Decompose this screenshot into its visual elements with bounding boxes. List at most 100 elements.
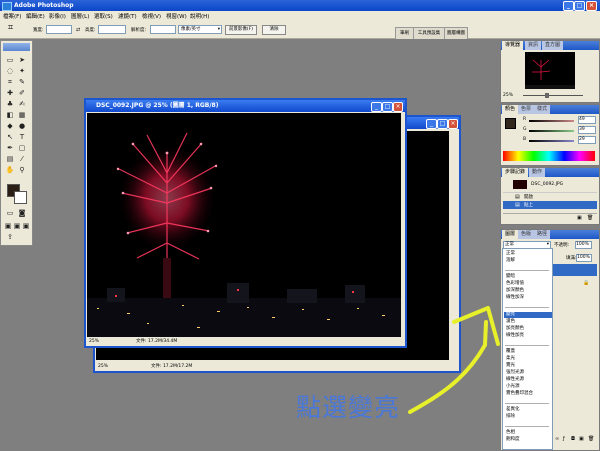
front-image-button[interactable]: 前景影像(F) — [225, 25, 257, 35]
blend-linear-dodge[interactable]: 線性加亮 — [504, 333, 552, 339]
history-step-paste[interactable]: ▤ 貼上 — [503, 201, 597, 209]
blend-hard-mix[interactable]: 實色疊印混合 — [504, 391, 552, 397]
resolution-unit-select[interactable]: 像素/英寸 ▾ — [178, 25, 222, 34]
pen-tool-icon[interactable]: ✒ — [5, 143, 15, 153]
close-icon[interactable]: × — [586, 1, 597, 11]
front-doc-minimize-icon[interactable]: _ — [371, 102, 382, 112]
history-snapshot[interactable]: DSC_0092.JPG — [503, 180, 597, 189]
b-value[interactable]: 29 — [578, 136, 596, 144]
navigator-slider-handle[interactable] — [545, 93, 549, 98]
width-input[interactable] — [46, 25, 72, 34]
blend-saturation[interactable]: 飽和度 — [504, 437, 552, 443]
blend-linear-burn[interactable]: 線性加深 — [504, 295, 552, 301]
brush-tool-icon[interactable]: ✐ — [17, 88, 27, 98]
back-doc-minimize-icon[interactable]: _ — [426, 119, 437, 129]
g-value[interactable]: 39 — [578, 126, 596, 134]
tab-navigator[interactable]: 導覽器 — [502, 41, 524, 50]
crop-tool-icon[interactable]: ⌗ — [5, 77, 15, 87]
dodge-tool-icon[interactable]: ● — [17, 121, 27, 131]
fill-input[interactable]: 100% — [576, 254, 592, 262]
trash-icon[interactable]: 🗑 — [587, 215, 593, 221]
blend-lighten[interactable]: 變亮 — [504, 312, 552, 318]
swap-icon[interactable]: ⇄ — [76, 27, 80, 33]
resolution-input[interactable] — [150, 25, 176, 34]
menu-image[interactable]: 影像(I) — [49, 12, 66, 20]
trash-icon[interactable]: 🗑 — [588, 436, 594, 442]
g-slider[interactable] — [529, 130, 574, 132]
eyedropper-tool-icon[interactable]: ⁄ — [17, 154, 27, 164]
well-tab-tool-presets[interactable]: 工具預設集 — [413, 27, 445, 39]
color-spectrum-ramp[interactable] — [503, 151, 595, 161]
quick-mask-icon[interactable]: ◙ — [17, 208, 27, 218]
back-doc-close-icon[interactable]: × — [448, 119, 458, 129]
menu-edit[interactable]: 編輯(E) — [26, 12, 45, 20]
r-value[interactable]: 49 — [578, 116, 596, 124]
jump-to-imageready-icon[interactable]: ⇪ — [5, 232, 15, 242]
menu-file[interactable]: 檔案(F) — [3, 12, 21, 20]
menu-layer[interactable]: 圖層(L) — [71, 12, 89, 20]
blend-dissolve[interactable]: 溶解 — [504, 258, 552, 264]
layer-row-selected[interactable] — [553, 264, 597, 276]
clear-button[interactable]: 清除 — [262, 25, 286, 35]
shape-tool-icon[interactable]: ▢ — [17, 143, 27, 153]
healing-brush-icon[interactable]: ✚ — [5, 88, 15, 98]
type-tool-icon[interactable]: T — [17, 132, 27, 142]
back-doc-zoom[interactable]: 25% — [98, 362, 108, 371]
blend-hard-light[interactable]: 實光 — [504, 363, 552, 369]
menu-filter[interactable]: 濾鏡(T) — [118, 12, 137, 20]
clone-stamp-icon[interactable]: ♣ — [5, 99, 15, 109]
standard-mode-icon[interactable]: ▭ — [5, 208, 15, 218]
path-select-icon[interactable]: ↖ — [5, 132, 15, 142]
opacity-input[interactable]: 100% — [575, 241, 592, 249]
blend-exclusion[interactable]: 排除 — [504, 414, 552, 420]
front-doc-zoom[interactable]: 25% — [89, 337, 99, 346]
blend-overlay[interactable]: 覆蓋 — [504, 349, 552, 355]
move-tool-icon[interactable]: ➤ — [17, 55, 27, 65]
hand-tool-icon[interactable]: ✋ — [5, 165, 15, 175]
maximize-icon[interactable]: □ — [574, 1, 585, 11]
blend-screen[interactable]: 濾色 — [504, 319, 552, 325]
tab-history[interactable]: 步驟記錄 — [502, 168, 529, 177]
crop-tool-icon[interactable]: ⌗ — [8, 24, 17, 33]
tab-swatches[interactable]: 色票 — [518, 105, 535, 114]
gradient-tool-icon[interactable]: ▦ — [17, 110, 27, 120]
menu-help[interactable]: 說明(H) — [190, 12, 209, 20]
tab-layers[interactable]: 圖層 — [502, 230, 519, 239]
r-slider[interactable] — [529, 120, 574, 122]
well-tab-layer-comps[interactable]: 圖層構圖 — [444, 27, 468, 39]
height-input[interactable] — [98, 25, 126, 34]
navigator-thumbnail[interactable] — [525, 52, 575, 89]
background-color-swatch[interactable] — [14, 191, 27, 204]
minimize-icon[interactable]: _ — [563, 1, 574, 11]
history-step-open[interactable]: ▤ 開啟 — [503, 192, 597, 201]
menu-view[interactable]: 檢視(V) — [142, 12, 161, 20]
tab-styles[interactable]: 樣式 — [534, 105, 551, 114]
blend-multiply[interactable]: 色彩增值 — [504, 281, 552, 287]
notes-tool-icon[interactable]: ▤ — [5, 154, 15, 164]
magic-wand-tool-icon[interactable]: ✦ — [17, 66, 27, 76]
tab-histogram[interactable]: 直方圖 — [542, 41, 564, 50]
navigator-zoom[interactable]: 25% — [503, 93, 513, 98]
navigator-zoom-slider[interactable] — [523, 95, 583, 96]
menu-window[interactable]: 視窗(W) — [166, 12, 187, 20]
screen-mode-3-icon[interactable]: ▣ — [21, 221, 31, 231]
zoom-tool-icon[interactable]: ⚲ — [17, 165, 27, 175]
link-icon[interactable]: ∞ — [555, 436, 559, 442]
front-doc-close-icon[interactable]: × — [393, 102, 403, 112]
tab-channels[interactable]: 色版 — [518, 230, 535, 239]
blend-soft-light[interactable]: 柔光 — [504, 356, 552, 362]
slice-tool-icon[interactable]: ✎ — [17, 77, 27, 87]
tab-color[interactable]: 顏色 — [502, 105, 519, 114]
history-brush-icon[interactable]: ✍ — [17, 99, 27, 109]
blend-normal[interactable]: 正常 — [504, 251, 552, 257]
blend-hue[interactable]: 色相 — [504, 430, 552, 436]
eraser-tool-icon[interactable]: ◧ — [5, 110, 15, 120]
blend-linear-light[interactable]: 線性光源 — [504, 377, 552, 383]
new-snapshot-icon[interactable]: ▣ — [577, 215, 582, 221]
blend-color-burn[interactable]: 加深顏色 — [504, 288, 552, 294]
blend-color-dodge[interactable]: 加亮顏色 — [504, 326, 552, 332]
fireworks-photo-canvas[interactable] — [87, 113, 401, 337]
tab-actions[interactable]: 動作 — [529, 168, 546, 177]
menu-select[interactable]: 選取(S) — [94, 12, 113, 20]
blur-tool-icon[interactable]: ◆ — [5, 121, 15, 131]
